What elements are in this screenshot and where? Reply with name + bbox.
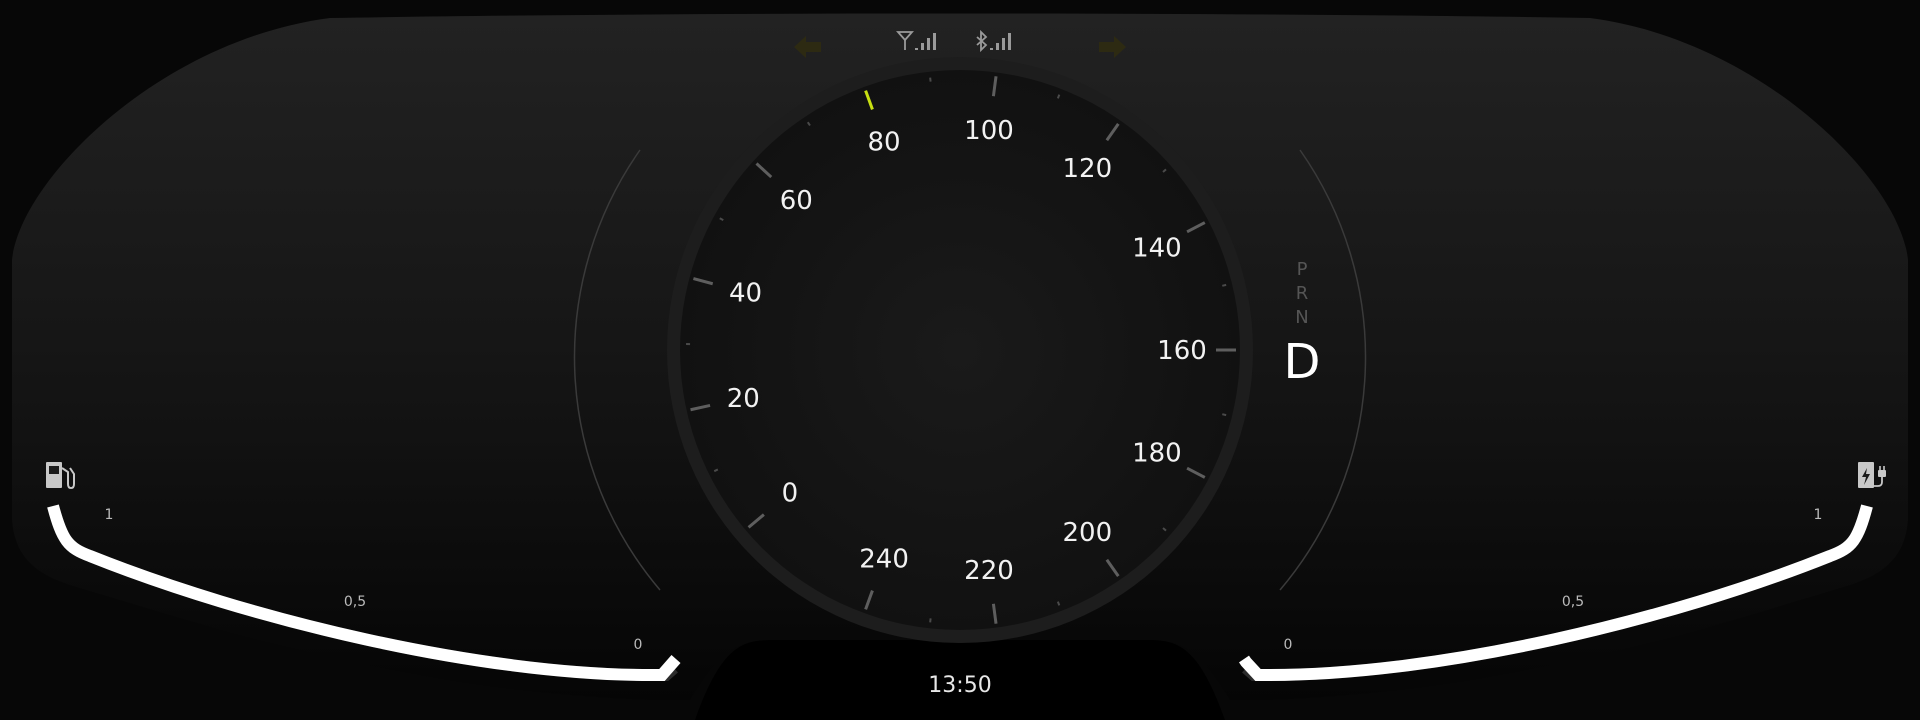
speed-label: 20 xyxy=(727,384,760,414)
minor-tick xyxy=(1222,283,1227,287)
minor-tick xyxy=(1222,413,1227,417)
ev-label-full: 1 xyxy=(1814,507,1823,523)
gear-r: R xyxy=(1296,283,1309,304)
speed-label: 140 xyxy=(1132,233,1182,263)
speed-label: 40 xyxy=(729,279,762,309)
ev-label-half: 0,5 xyxy=(1562,594,1584,610)
ev-label-empty: 0 xyxy=(1284,637,1293,653)
speed-label: 120 xyxy=(1063,154,1113,184)
gear-p: P xyxy=(1297,259,1308,280)
fuel-label-full: 1 xyxy=(105,507,114,523)
speedometer-dial xyxy=(680,70,1240,630)
speed-label: 100 xyxy=(964,116,1014,146)
gear-active: D xyxy=(1284,334,1321,390)
speed-label: 200 xyxy=(1063,518,1113,548)
fuel-label-empty: 0 xyxy=(634,637,643,653)
speed-label: 180 xyxy=(1132,439,1182,469)
instrument-cluster: 020406080 100120140160180200220240 P R N … xyxy=(0,0,1920,720)
speed-label: 240 xyxy=(859,545,909,575)
speed-label: 160 xyxy=(1157,336,1207,366)
clock-time: 13:50 xyxy=(928,673,991,698)
gear-n: N xyxy=(1295,307,1308,328)
speed-label: 80 xyxy=(868,127,901,157)
speed-label: 220 xyxy=(964,556,1014,586)
speed-label: 60 xyxy=(780,186,813,216)
minor-tick xyxy=(1056,94,1061,99)
speed-label: 0 xyxy=(782,479,799,509)
minor-tick xyxy=(1056,601,1061,606)
fuel-label-half: 0,5 xyxy=(344,594,366,610)
